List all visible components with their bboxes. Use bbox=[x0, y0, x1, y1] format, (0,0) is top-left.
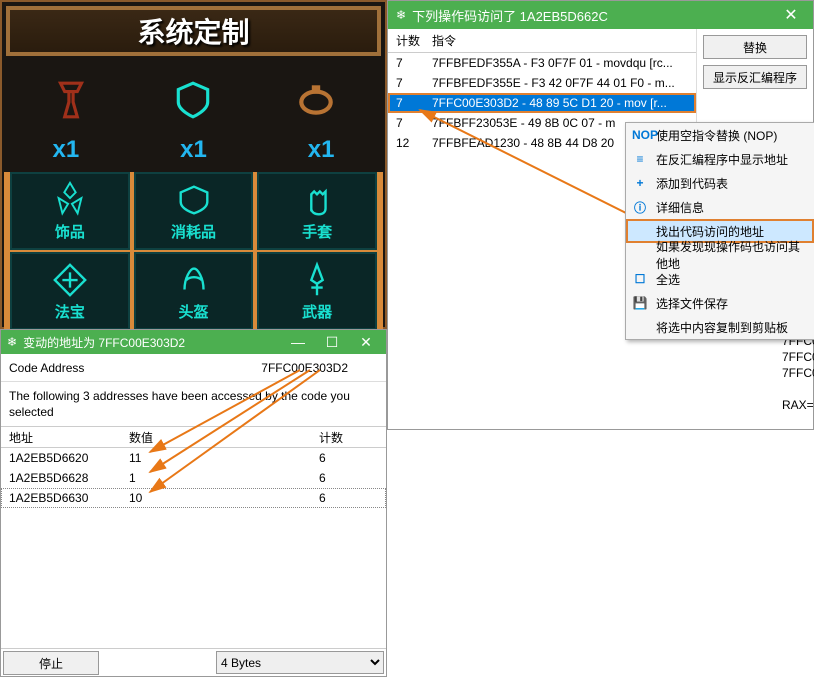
slot-helmet[interactable]: 头盔 bbox=[134, 252, 254, 330]
ctx-item[interactable]: 如果发现现操作码也访问其他地 bbox=[626, 243, 814, 267]
changed-addr-footer: 停止 4 Bytes bbox=[1, 648, 386, 676]
game-panel: 系统定制 x1 x1 x1 饰品 法宝 消耗品 头盔 手套 武器 bbox=[0, 0, 387, 329]
close-icon[interactable]: ✕ bbox=[352, 334, 380, 351]
opcode-title: 下列操作码访问了 1A2EB5D662C bbox=[412, 6, 771, 25]
count-2: x1 bbox=[180, 136, 207, 164]
count-1: x1 bbox=[52, 136, 79, 164]
opcode-row[interactable]: 77FFBFEDF355A - F3 0F7F 01 - movdqu [rc.… bbox=[388, 53, 696, 73]
app-icon: ❄ bbox=[396, 8, 406, 22]
slot-gloves[interactable]: 手套 bbox=[257, 172, 377, 250]
ctx-item[interactable]: 💾选择文件保存 bbox=[626, 291, 814, 315]
slot-treasure[interactable]: 法宝 bbox=[10, 252, 130, 330]
addr-row[interactable]: 1A2EB5D6630106 bbox=[1, 488, 386, 508]
item-shield-icon bbox=[163, 70, 223, 130]
count-3: x1 bbox=[308, 136, 335, 164]
item-icons-row bbox=[2, 60, 385, 130]
slot-accessory[interactable]: 饰品 bbox=[10, 172, 130, 250]
slot-consumable[interactable]: 消耗品 bbox=[134, 172, 254, 250]
maximize-icon[interactable]: ☐ bbox=[318, 334, 346, 351]
close-icon[interactable]: ✕ bbox=[777, 5, 805, 25]
addr-row[interactable]: 1A2EB5D662816 bbox=[1, 468, 386, 488]
code-address-row: Code Address 7FFC00E303D2 bbox=[1, 354, 386, 382]
ctx-item[interactable]: 将选中内容复制到剪贴板 bbox=[626, 315, 814, 339]
code-address-value: 7FFC00E303D2 bbox=[119, 361, 378, 375]
ctx-item[interactable]: +添加到代码表 bbox=[626, 171, 814, 195]
changed-addr-window: ❄ 变动的地址为 7FFC00E303D2 — ☐ ✕ Code Address… bbox=[0, 329, 387, 677]
opcode-row[interactable]: 77FFC00E303D2 - 48 89 5C D1 20 - mov [r.… bbox=[388, 93, 696, 113]
addr-row[interactable]: 1A2EB5D6620116 bbox=[1, 448, 386, 468]
context-menu: NOP使用空指令替换 (NOP)≡在反汇编程序中显示地址+添加到代码表ⓘ详细信息… bbox=[625, 122, 814, 340]
ctx-item[interactable]: ⓘ详细信息 bbox=[626, 195, 814, 219]
slot-weapon[interactable]: 武器 bbox=[257, 252, 377, 330]
changed-addr-title: 变动的地址为 7FFC00E303D2 bbox=[23, 334, 278, 351]
type-select[interactable]: 4 Bytes bbox=[216, 651, 384, 674]
replace-button[interactable]: 替换 bbox=[703, 35, 807, 59]
ctx-item[interactable]: NOP使用空指令替换 (NOP) bbox=[626, 123, 814, 147]
stop-button-chwin[interactable]: 停止 bbox=[3, 651, 99, 675]
opcode-row[interactable]: 77FFBFEDF355E - F3 42 0F7F 44 01 F0 - m.… bbox=[388, 73, 696, 93]
item-pendant-icon bbox=[41, 70, 101, 130]
addr-header: 地址 数值 计数 bbox=[1, 426, 386, 448]
opcode-titlebar[interactable]: ❄ 下列操作码访问了 1A2EB5D662C ✕ bbox=[388, 1, 813, 29]
item-counts-row: x1 x1 x1 bbox=[2, 130, 385, 172]
equipment-grid: 饰品 法宝 消耗品 头盔 手套 武器 bbox=[4, 172, 383, 336]
game-title: 系统定制 bbox=[137, 11, 249, 51]
app-icon: ❄ bbox=[7, 335, 17, 349]
info-message: The following 3 addresses have been acce… bbox=[1, 382, 386, 426]
changed-addr-titlebar[interactable]: ❄ 变动的地址为 7FFC00E303D2 — ☐ ✕ bbox=[1, 330, 386, 354]
ctx-item[interactable]: ≡在反汇编程序中显示地址 bbox=[626, 147, 814, 171]
ctx-item[interactable]: ☐全选 bbox=[626, 267, 814, 291]
code-address-label: Code Address bbox=[9, 361, 119, 375]
game-header: 系统定制 bbox=[6, 6, 381, 56]
opcode-header: 计数 指令 bbox=[388, 29, 696, 53]
addr-rows[interactable]: 1A2EB5D66201161A2EB5D6628161A2EB5D663010… bbox=[1, 448, 386, 508]
minimize-icon[interactable]: — bbox=[284, 334, 312, 350]
item-ring-icon bbox=[286, 70, 346, 130]
show-disasm-button[interactable]: 显示反汇编程序 bbox=[703, 65, 807, 89]
